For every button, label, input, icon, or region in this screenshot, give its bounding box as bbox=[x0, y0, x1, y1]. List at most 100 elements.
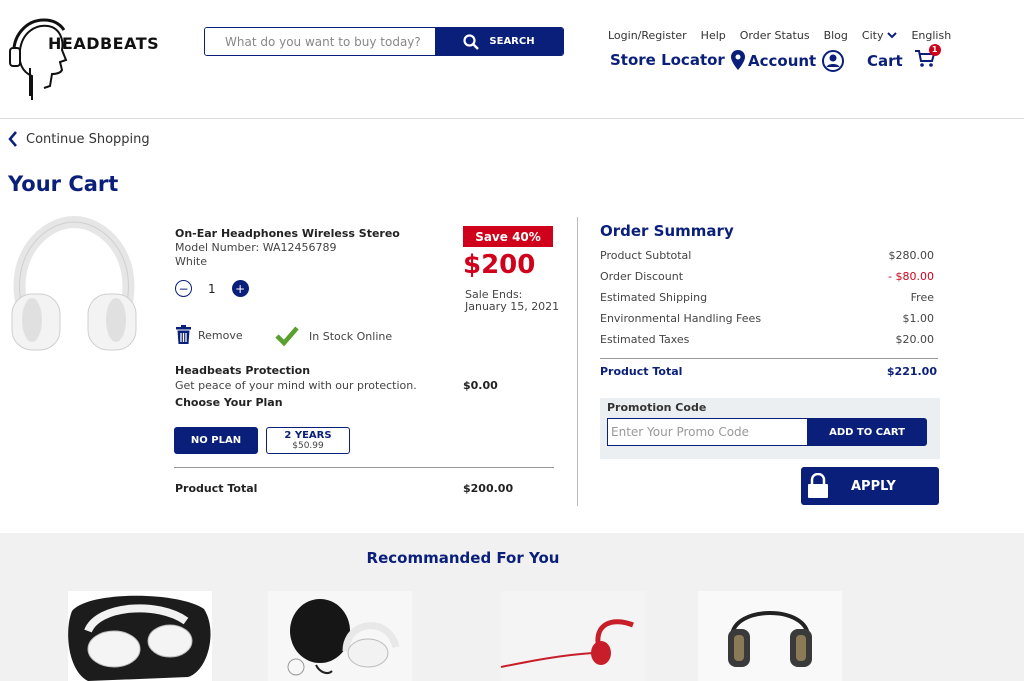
lock-icon bbox=[808, 473, 828, 498]
account-label: Account bbox=[748, 52, 817, 70]
account-link[interactable]: Account bbox=[748, 50, 845, 72]
logo[interactable] bbox=[8, 16, 158, 104]
product-color: White bbox=[175, 255, 207, 268]
chevron-left-icon bbox=[8, 131, 17, 147]
search-button-label: SEARCH bbox=[489, 36, 535, 47]
continue-shopping-label: Continue Shopping bbox=[26, 131, 150, 147]
login-register-link[interactable]: Login/Register bbox=[608, 29, 687, 42]
summary-row-label: Environmental Handling Fees bbox=[600, 312, 762, 325]
recommended-product-4[interactable] bbox=[698, 591, 842, 681]
cart-label: Cart bbox=[867, 52, 903, 70]
summary-row-value: - $80.00 bbox=[888, 270, 934, 283]
search-button[interactable]: SEARCH bbox=[435, 28, 563, 55]
two-year-plan-price: $50.99 bbox=[292, 441, 324, 451]
decrease-quantity-button[interactable]: − bbox=[175, 280, 192, 297]
quantity-stepper: − 1 + bbox=[175, 280, 249, 297]
no-plan-label: NO PLAN bbox=[190, 435, 242, 446]
recommended-title: Recommanded For You bbox=[366, 549, 560, 567]
summary-row: Estimated Shipping Free bbox=[600, 291, 934, 304]
order-summary-title: Order Summary bbox=[600, 222, 734, 240]
no-plan-button[interactable]: NO PLAN bbox=[174, 427, 258, 454]
user-icon bbox=[822, 50, 845, 72]
language-link[interactable]: English bbox=[911, 29, 951, 42]
logo-text: HEADBEATS bbox=[48, 34, 160, 53]
cart-link[interactable]: Cart 1 bbox=[867, 44, 941, 72]
summary-row-value: $1.00 bbox=[902, 312, 935, 325]
sale-ends: Sale Ends: January 15, 2021 bbox=[465, 289, 559, 313]
save-badge: Save 40% bbox=[463, 226, 553, 247]
remove-button[interactable]: Remove bbox=[175, 325, 243, 345]
map-pin-icon bbox=[730, 50, 745, 70]
headphones-in-case-image bbox=[68, 595, 211, 681]
product-divider bbox=[174, 467, 554, 468]
recommended-product-3[interactable] bbox=[501, 591, 645, 681]
apply-button[interactable]: APPLY bbox=[801, 467, 939, 505]
apply-label: APPLY bbox=[851, 478, 896, 494]
summary-divider bbox=[600, 358, 938, 359]
add-to-cart-button[interactable]: ADD TO CART bbox=[807, 418, 927, 446]
blog-link[interactable]: Blog bbox=[824, 29, 848, 42]
protection-description: Get peace of your mind with our protecti… bbox=[175, 379, 417, 392]
vertical-divider bbox=[577, 217, 578, 506]
search-input[interactable] bbox=[205, 28, 435, 55]
page-title: Your Cart bbox=[8, 172, 119, 196]
store-locator-link[interactable]: Store Locator bbox=[610, 50, 745, 70]
order-status-link[interactable]: Order Status bbox=[740, 29, 810, 42]
summary-row: Product Subtotal $280.00 bbox=[600, 249, 934, 262]
stock-status: In Stock Online bbox=[275, 326, 392, 346]
add-to-cart-label: ADD TO CART bbox=[829, 426, 905, 438]
two-year-plan-button[interactable]: 2 YEARS $50.99 bbox=[266, 427, 350, 454]
protection-price: $0.00 bbox=[463, 379, 498, 392]
white-headphones-image bbox=[11, 215, 137, 351]
cart-icon-wrap: 1 bbox=[914, 44, 941, 72]
checkmark-icon bbox=[275, 326, 299, 346]
studio-headphones-image bbox=[698, 591, 842, 681]
product-price: $200 bbox=[463, 250, 536, 280]
promo-code-label: Promotion Code bbox=[607, 401, 707, 414]
product-image bbox=[4, 215, 144, 358]
recommended-product-2[interactable] bbox=[268, 591, 412, 681]
recommended-product-1[interactable] bbox=[68, 591, 212, 681]
city-dropdown[interactable]: City bbox=[862, 29, 898, 42]
help-link[interactable]: Help bbox=[701, 29, 726, 42]
quantity-value: 1 bbox=[208, 281, 216, 296]
headphones-with-pouch-image bbox=[268, 591, 412, 681]
summary-row-label: Estimated Shipping bbox=[600, 291, 708, 304]
summary-total-label: Product Total bbox=[600, 365, 683, 378]
product-total-label: Product Total bbox=[175, 482, 258, 495]
two-year-plan-label: 2 YEARS bbox=[284, 430, 332, 441]
trash-icon bbox=[176, 325, 191, 344]
search-icon bbox=[463, 33, 480, 50]
top-links: Login/Register Help Order Status Blog Ci… bbox=[608, 29, 951, 42]
stock-label: In Stock Online bbox=[309, 329, 393, 343]
summary-row-label: Product Subtotal bbox=[600, 249, 692, 262]
cart-count-badge: 1 bbox=[928, 44, 941, 56]
promo-code-input[interactable] bbox=[607, 418, 807, 446]
store-locator-label: Store Locator bbox=[610, 51, 725, 69]
remove-label: Remove bbox=[198, 328, 243, 342]
summary-row-value: $280.00 bbox=[888, 249, 935, 262]
choose-plan-label: Choose Your Plan bbox=[175, 396, 283, 409]
chevron-down-icon bbox=[887, 32, 898, 39]
summary-row-value: $20.00 bbox=[895, 333, 935, 346]
headphone-head-logo-icon bbox=[9, 18, 68, 100]
summary-row: Estimated Taxes $20.00 bbox=[600, 333, 934, 346]
summary-row: Order Discount - $80.00 bbox=[600, 270, 934, 283]
summary-total: Product Total $221.00 bbox=[600, 365, 937, 378]
summary-row-value: Free bbox=[910, 291, 934, 304]
summary-row: Environmental Handling Fees $1.00 bbox=[600, 312, 934, 325]
product-total-value: $200.00 bbox=[463, 482, 514, 495]
summary-total-value: $221.00 bbox=[886, 365, 937, 378]
sale-ends-date: January 15, 2021 bbox=[465, 300, 560, 313]
product-model: Model Number: WA12456789 bbox=[175, 241, 337, 254]
summary-row-label: Order Discount bbox=[600, 270, 684, 283]
continue-shopping-link[interactable]: Continue Shopping bbox=[8, 131, 150, 147]
red-headphones-image bbox=[501, 591, 645, 681]
city-label: City bbox=[861, 29, 884, 42]
product-name[interactable]: On-Ear Headphones Wireless Stereo bbox=[175, 227, 400, 240]
increase-quantity-button[interactable]: + bbox=[231, 280, 249, 297]
protection-title: Headbeats Protection bbox=[175, 364, 311, 377]
summary-row-label: Estimated Taxes bbox=[600, 333, 690, 346]
header-divider bbox=[0, 118, 1024, 119]
search-bar: SEARCH bbox=[204, 27, 564, 56]
